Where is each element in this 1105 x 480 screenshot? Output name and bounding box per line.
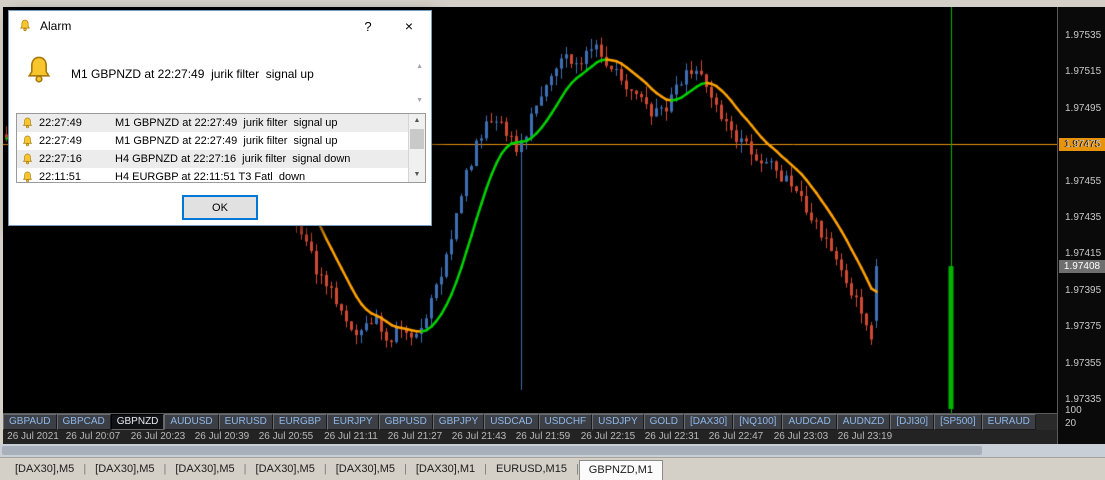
time-axis-label: 26 Jul 23:03 xyxy=(773,431,829,442)
alarm-time: 22:27:49 xyxy=(39,135,82,147)
symbol-button-usdcad[interactable]: USDCAD xyxy=(484,414,539,430)
close-icon[interactable]: × xyxy=(387,12,431,40)
chart-tab-bar: [DAX30],M5 | [DAX30],M5 | [DAX30],M5 | [DAX30]… xyxy=(0,457,1105,480)
symbol-button-sp500[interactable]: [SP500] xyxy=(934,414,982,430)
alarm-text: H4 EURGBP at 22:11:51 T3 Fatl down xyxy=(115,171,306,182)
time-axis-label: 26 Jul 21:43 xyxy=(451,431,507,442)
chart-tab-1[interactable]: [DAX30],M5 xyxy=(86,460,163,479)
bell-icon xyxy=(21,171,34,183)
price-tick: 1.97475 xyxy=(1065,139,1102,151)
symbol-button-eurgbp[interactable]: EURGBP xyxy=(272,414,328,430)
time-axis-label: 26 Jul 20:39 xyxy=(194,431,250,442)
price-tick: 1.97455 xyxy=(1065,175,1102,187)
alarm-time: 22:27:16 xyxy=(39,153,82,165)
chart-tab-3[interactable]: [DAX30],M5 xyxy=(247,460,324,479)
alarm-text: H4 GBPNZD at 22:27:16 jurik filter signa… xyxy=(115,153,351,165)
alarm-list-row[interactable]: 22:27:49 M1 GBPNZD at 22:27:49 jurik filt… xyxy=(17,114,408,132)
scroll-down-icon[interactable]: ▼ xyxy=(409,168,425,182)
time-axis-label: 26 Jul 22:15 xyxy=(580,431,636,442)
price-tick: 1.97515 xyxy=(1065,66,1102,78)
price-tick: 1.97355 xyxy=(1065,357,1102,369)
chart-tab-2[interactable]: [DAX30],M5 xyxy=(166,460,243,479)
horizontal-scrollbar-thumb[interactable] xyxy=(2,446,982,455)
metatrader-window: 1.97475 1.97408 100 20 1.97535 1.97515 1.9… xyxy=(0,0,1105,480)
time-axis-label: 26 Jul 20:23 xyxy=(130,431,186,442)
price-tick: 1.97395 xyxy=(1065,284,1102,296)
volume-tick: 100 xyxy=(1065,405,1082,416)
chart-tab-0[interactable]: [DAX30],M5 xyxy=(6,460,83,479)
symbol-button-gbpjpy[interactable]: GBPJPY xyxy=(432,414,485,430)
symbol-button-eurusd[interactable]: EURUSD xyxy=(218,414,273,430)
symbol-button-dji30[interactable]: [DJI30] xyxy=(890,414,935,430)
time-axis-label: 26 Jul 23:19 xyxy=(837,431,893,442)
volume-tick: 20 xyxy=(1065,418,1077,429)
message-scroll-down-icon[interactable]: ▼ xyxy=(416,97,423,104)
help-button[interactable]: ? xyxy=(349,12,387,40)
time-axis[interactable]: 26 Jul 2021 26 Jul 20:07 26 Jul 20:23 26 Ju… xyxy=(3,430,1057,444)
time-axis-label: 26 Jul 22:31 xyxy=(644,431,700,442)
price-tick: 1.97415 xyxy=(1065,248,1102,260)
alarm-text: M1 GBPNZD at 22:27:49 jurik filter signa… xyxy=(115,135,338,147)
chart-tab-7[interactable]: GBPNZD,M1 xyxy=(578,460,663,480)
symbol-button-dax30[interactable]: [DAX30] xyxy=(683,414,734,430)
chart-tab-5[interactable]: [DAX30],M1 xyxy=(407,460,484,479)
time-axis-label: 26 Jul 2021 xyxy=(7,431,59,442)
symbol-button-nq100[interactable]: [NQ100] xyxy=(733,414,783,430)
symbol-button-gold[interactable]: GOLD xyxy=(643,414,684,430)
alarm-list-row[interactable]: 22:11:51 H4 EURGBP at 22:11:51 T3 Fatl do… xyxy=(17,168,408,182)
symbol-button-audusd[interactable]: AUDUSD xyxy=(164,414,219,430)
time-axis-label: 26 Jul 21:27 xyxy=(387,431,443,442)
symbol-button-audcad[interactable]: AUDCAD xyxy=(782,414,837,430)
symbol-button-gbpcad[interactable]: GBPCAD xyxy=(56,414,111,430)
bell-icon xyxy=(21,117,34,130)
symbol-button-gbpusd[interactable]: GBPUSD xyxy=(378,414,433,430)
alarm-time: 22:27:49 xyxy=(39,117,82,129)
symbol-button-gbpaud[interactable]: GBPAUD xyxy=(3,414,57,430)
symbol-button-usdjpy[interactable]: USDJPY xyxy=(592,414,644,430)
symbol-button-audnzd[interactable]: AUDNZD xyxy=(836,414,891,430)
alarm-list-rows: 22:27:49 M1 GBPNZD at 22:27:49 jurik filt… xyxy=(17,114,408,182)
alarm-list-row[interactable]: 22:27:16 H4 GBPNZD at 22:27:16 jurik filt… xyxy=(17,150,408,168)
bell-icon xyxy=(18,19,32,33)
alarm-text: M1 GBPNZD at 22:27:49 jurik filter signa… xyxy=(115,117,338,129)
price-tick: 1.97535 xyxy=(1065,30,1102,42)
symbol-button-euraud[interactable]: EURAUD xyxy=(981,414,1036,430)
time-axis-label: 26 Jul 21:11 xyxy=(324,431,378,442)
message-scroll-up-icon[interactable]: ▲ xyxy=(416,63,423,70)
price-tick: 1.97435 xyxy=(1065,212,1102,223)
symbol-button-eurjpy[interactable]: EURJPY xyxy=(327,414,379,430)
alarm-time: 22:11:51 xyxy=(39,171,82,182)
price-tick: 1.97495 xyxy=(1065,102,1102,114)
chart-tab-strip: [DAX30],M5 | [DAX30],M5 | [DAX30],M5 | [DAX30]… xyxy=(0,458,1105,480)
time-axis-label: 26 Jul 20:07 xyxy=(65,431,121,442)
chart-tab-4[interactable]: [DAX30],M5 xyxy=(327,460,404,479)
alarm-list-row[interactable]: 22:27:49 M1 GBPNZD at 22:27:49 jurik filt… xyxy=(17,132,408,150)
alarm-message: M1 GBPNZD at 22:27:49 jurik filter signa… xyxy=(71,67,314,81)
bell-icon xyxy=(21,153,34,166)
scrollbar-thumb[interactable] xyxy=(410,129,424,149)
alarm-dialog: Alarm ? × M1 GBPNZD at 22:27:49 jurik fi… xyxy=(8,10,432,226)
symbol-overview-bar: GBPAUD GBPCAD GBPNZD AUDUSD EURUSD EURGBP EURJ… xyxy=(3,413,1057,430)
bell-icon xyxy=(21,135,34,148)
horizontal-scrollbar[interactable] xyxy=(0,444,1105,457)
scroll-up-icon[interactable]: ▲ xyxy=(409,114,425,128)
chart-tab-6[interactable]: EURUSD,M15 xyxy=(487,460,576,479)
alarm-list: 22:27:49 M1 GBPNZD at 22:27:49 jurik filt… xyxy=(16,113,426,183)
price-tick: 1.97335 xyxy=(1065,393,1102,405)
time-axis-label: 26 Jul 22:47 xyxy=(708,431,764,442)
ok-button[interactable]: OK xyxy=(183,196,257,219)
time-axis-label: 26 Jul 20:55 xyxy=(258,431,314,442)
bell-icon xyxy=(23,55,55,87)
dialog-title: Alarm xyxy=(40,19,72,33)
alarm-list-scrollbar[interactable]: ▲ ▼ xyxy=(408,114,425,182)
symbol-button-usdchf[interactable]: USDCHF xyxy=(538,414,593,430)
symbol-button-gbpnzd[interactable]: GBPNZD xyxy=(110,414,165,430)
price-axis[interactable]: 1.97475 1.97408 100 20 1.97535 1.97515 1.9… xyxy=(1057,7,1105,444)
time-axis-label: 26 Jul 21:59 xyxy=(515,431,571,442)
price-tick: 1.97375 xyxy=(1065,321,1102,333)
alarm-dialog-titlebar[interactable]: Alarm ? × xyxy=(9,11,431,41)
current-price-badge: 1.97408 xyxy=(1059,260,1105,274)
